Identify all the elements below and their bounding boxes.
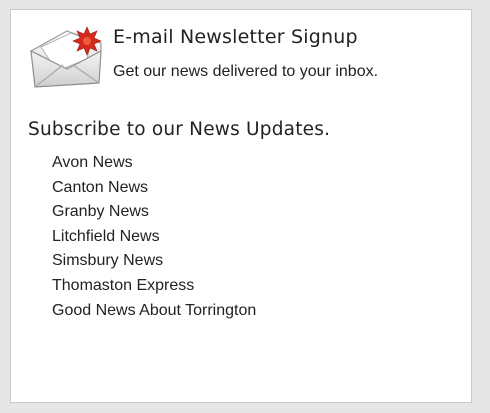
newsletter-item-canton-news[interactable]: Canton News: [52, 176, 256, 201]
newsletter-title: E-mail Newsletter Signup: [113, 26, 358, 48]
envelope-icon: [27, 25, 107, 93]
newsletter-item-good-news-about-torrington[interactable]: Good News About Torrington: [52, 299, 256, 324]
subscribe-heading: Subscribe to our News Updates.: [28, 119, 331, 140]
newsletter-item-litchfield-news[interactable]: Litchfield News: [52, 225, 256, 250]
newsletter-item-simsbury-news[interactable]: Simsbury News: [52, 249, 256, 274]
newsletter-item-avon-news[interactable]: Avon News: [52, 151, 256, 176]
newsletter-subtitle: Get our news delivered to your inbox.: [113, 63, 379, 80]
newsletter-list: Avon News Canton News Granby News Litchf…: [52, 151, 256, 323]
newsletter-signup-panel: E-mail Newsletter Signup Get our news de…: [10, 9, 472, 403]
newsletter-item-thomaston-express[interactable]: Thomaston Express: [52, 274, 256, 299]
newsletter-item-granby-news[interactable]: Granby News: [52, 200, 256, 225]
